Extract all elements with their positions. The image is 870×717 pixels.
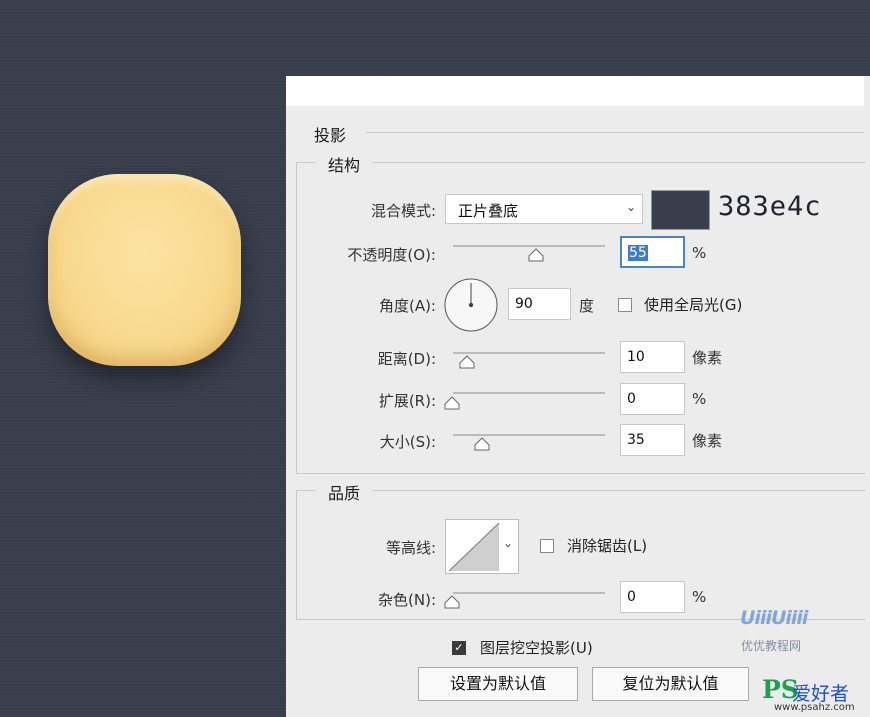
noise-input[interactable]: 0 <box>620 581 685 613</box>
layer-knocks-out-checkbox[interactable]: ✓ <box>452 641 466 655</box>
size-input[interactable]: 35 <box>620 424 685 456</box>
reset-default-button[interactable]: 复位为默认值 <box>592 667 749 701</box>
distance-unit: 像素 <box>692 349 723 367</box>
anti-alias-checkbox[interactable] <box>540 539 554 553</box>
opacity-label: 不透明度(O): <box>347 246 436 264</box>
blend-mode-label: 混合模式: <box>370 202 436 220</box>
angle-unit: 度 <box>579 297 595 315</box>
opacity-input[interactable]: 55 <box>620 236 685 268</box>
panel-top-bar <box>286 76 864 106</box>
color-hex-annotation: 383e4c <box>718 191 822 222</box>
distance-label: 距离(D): <box>377 350 436 368</box>
size-label: 大小(S): <box>379 433 436 451</box>
chevron-down-icon: ⌄ <box>625 200 636 214</box>
size-unit: 像素 <box>692 432 723 450</box>
spread-slider-track[interactable] <box>453 392 605 394</box>
noise-slider-track[interactable] <box>453 592 605 594</box>
uiiii-logo: UiiiUiiii <box>740 607 808 629</box>
app-icon-preview <box>48 174 241 366</box>
structure-title: 结构 <box>316 152 373 176</box>
blend-mode-value: 正片叠底 <box>458 202 519 220</box>
spread-label: 扩展(R): <box>378 392 436 410</box>
distance-slider-track[interactable] <box>453 352 605 354</box>
spread-input[interactable]: 0 <box>620 383 685 415</box>
uiiii-site-text: 优优教程网 <box>741 639 802 653</box>
spread-unit: % <box>692 390 707 408</box>
spread-slider-thumb[interactable] <box>444 396 460 410</box>
opacity-slider-track[interactable] <box>453 245 605 247</box>
angle-input[interactable]: 90 <box>508 288 571 320</box>
use-global-light-label: 使用全局光(G) <box>644 296 743 314</box>
angle-dial[interactable] <box>443 277 499 333</box>
noise-unit: % <box>692 588 707 606</box>
opacity-slider-thumb[interactable] <box>528 248 544 262</box>
make-default-button[interactable]: 设置为默认值 <box>418 667 578 701</box>
quality-title: 品质 <box>316 480 373 504</box>
size-slider-thumb[interactable] <box>474 437 490 451</box>
layer-knocks-out-label: 图层挖空投影(U) <box>480 639 593 657</box>
contour-label: 等高线: <box>385 539 436 557</box>
opacity-unit: % <box>692 244 707 262</box>
section-divider <box>366 132 864 133</box>
size-slider-track[interactable] <box>453 434 605 436</box>
contour-chevron-down-icon[interactable]: ⌄ <box>503 536 513 550</box>
blend-mode-select[interactable]: 正片叠底 ⌄ <box>445 194 643 224</box>
angle-label: 角度(A): <box>378 297 436 315</box>
anti-alias-label: 消除锯齿(L) <box>567 537 648 555</box>
distance-slider-thumb[interactable] <box>459 355 475 369</box>
noise-label: 杂色(N): <box>378 591 436 609</box>
drop-shadow-title: 投影 <box>314 126 347 145</box>
shadow-color-swatch[interactable] <box>651 190 710 230</box>
use-global-light-checkbox[interactable] <box>618 298 632 312</box>
distance-input[interactable]: 10 <box>620 341 685 373</box>
noise-slider-thumb[interactable] <box>444 595 460 609</box>
ps-site-url: www.psahz.com <box>774 702 855 713</box>
